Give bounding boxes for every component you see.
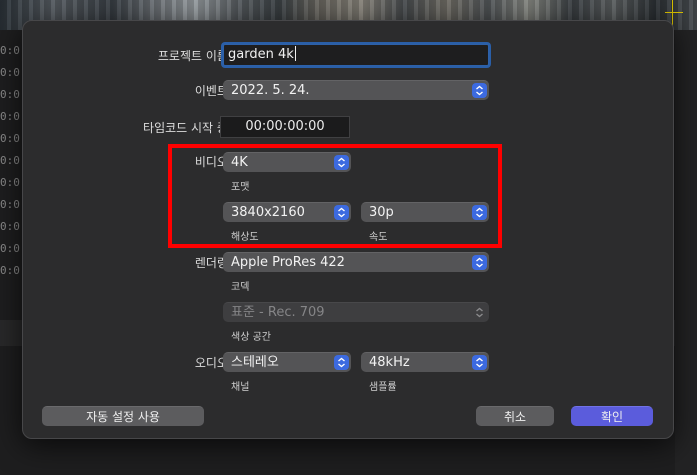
chevron-updown-icon bbox=[334, 355, 349, 370]
sample-rate-popup[interactable]: 48kHz bbox=[361, 352, 489, 372]
project-name-label: 프로젝트 이름: bbox=[157, 49, 232, 63]
chevron-updown-icon bbox=[472, 305, 487, 320]
codec-value: Apple ProRes 422 bbox=[231, 255, 345, 270]
playhead-crosshair bbox=[665, 12, 683, 13]
audio-channels-popup[interactable]: 스테레오 bbox=[223, 352, 351, 372]
timecode-label: 0:0 bbox=[0, 44, 20, 57]
timeline-timecode-column: 0:0 0:0 0:0 0:0 0:0 0:0 0:0 0:0 0:0 0:0 … bbox=[0, 40, 20, 282]
highlight-annotation-box bbox=[168, 144, 502, 248]
timecode-label: 0:0 bbox=[0, 242, 20, 255]
chevron-updown-icon bbox=[472, 255, 487, 270]
sample-rate-sublabel: 샘플률 bbox=[369, 382, 397, 393]
timecode-label: 0:0 bbox=[0, 220, 20, 233]
audio-channels-value: 스테레오 bbox=[231, 355, 279, 370]
timecode-label: 0:0 bbox=[0, 88, 20, 101]
event-popup[interactable]: 2022. 5. 24. bbox=[223, 80, 489, 100]
codec-popup[interactable]: Apple ProRes 422 bbox=[223, 252, 489, 272]
timecode-label: 0:0 bbox=[0, 264, 20, 277]
color-space-value: 표준 - Rec. 709 bbox=[231, 305, 325, 320]
color-space-popup: 표준 - Rec. 709 bbox=[223, 302, 489, 322]
chevron-updown-icon bbox=[472, 83, 487, 98]
timecode-label: 0:0 bbox=[0, 154, 20, 167]
timecode-label: 0:0 bbox=[0, 132, 20, 145]
timecode-start-field[interactable]: 00:00:00:00 bbox=[220, 116, 350, 138]
timecode-label: 0:0 bbox=[0, 110, 20, 123]
project-name-value: garden 4k bbox=[228, 47, 294, 62]
audio-channels-sublabel: 채널 bbox=[231, 382, 250, 393]
chevron-updown-icon bbox=[472, 355, 487, 370]
cancel-button[interactable]: 취소 bbox=[476, 406, 554, 426]
timecode-start-label: 타임코드 시작 중: bbox=[143, 121, 232, 135]
inspector-edge bbox=[675, 30, 697, 475]
color-space-sublabel: 색상 공간 bbox=[231, 332, 271, 343]
use-automatic-settings-button[interactable]: 자동 설정 사용 bbox=[42, 406, 204, 426]
sample-rate-value: 48kHz bbox=[369, 355, 410, 370]
codec-sublabel: 코덱 bbox=[231, 282, 250, 293]
timecode-label: 0:0 bbox=[0, 198, 20, 211]
project-name-field[interactable]: garden 4k bbox=[223, 44, 489, 66]
text-cursor bbox=[294, 46, 296, 61]
timecode-label: 0:0 bbox=[0, 66, 20, 79]
timecode-label: 0:0 bbox=[0, 176, 20, 189]
event-value: 2022. 5. 24. bbox=[231, 83, 310, 98]
ok-button[interactable]: 확인 bbox=[571, 406, 653, 426]
